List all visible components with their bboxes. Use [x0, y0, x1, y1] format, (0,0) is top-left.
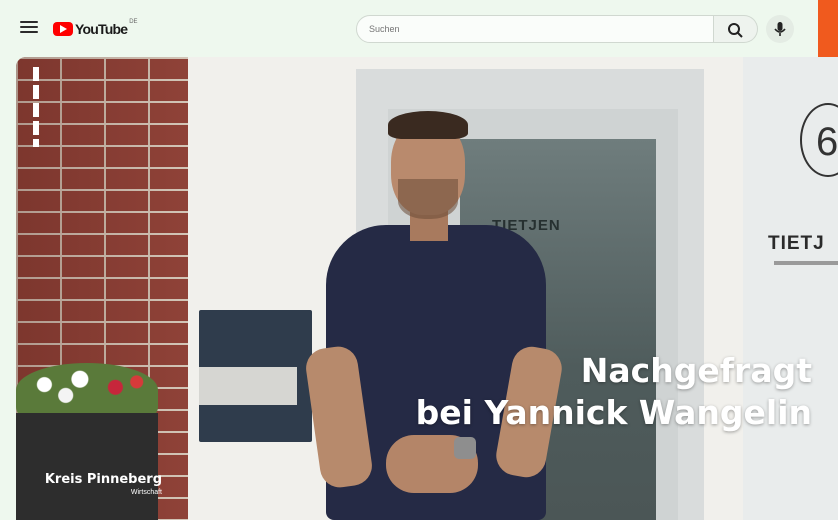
top-bar: YouTube DE	[0, 0, 838, 102]
logo-text: YouTube	[75, 21, 128, 37]
category-name: Wirtschaft	[130, 489, 162, 496]
mic-icon	[774, 22, 786, 36]
menu-icon[interactable]	[20, 18, 38, 38]
region-name: Kreis Pinneberg	[44, 472, 162, 487]
video-player[interactable]: TIETJEN 6 TIETJ Nachgefragt bei Yannick …	[16, 57, 838, 520]
logo-region: DE	[129, 19, 138, 25]
watch	[454, 437, 476, 459]
headline-line-1: Nachgefragt	[580, 351, 812, 390]
video-headline: Nachgefragt bei Yannick Wangelin	[416, 350, 812, 434]
search-button[interactable]	[714, 15, 758, 43]
youtube-play-icon	[53, 22, 73, 36]
pole	[33, 67, 39, 147]
planter	[16, 413, 158, 520]
mic-button[interactable]	[766, 15, 794, 43]
flowers	[16, 363, 158, 417]
youtube-logo[interactable]: YouTube DE	[53, 19, 138, 38]
region-label: Kreis Pinneberg Wirtschaft	[38, 472, 162, 496]
search-input[interactable]	[356, 15, 714, 43]
mailbox-plate	[199, 367, 297, 405]
wall-sign: TIETJ	[768, 233, 825, 254]
search-icon	[728, 23, 743, 38]
headline-line-2: bei Yannick Wangelin	[415, 393, 812, 432]
